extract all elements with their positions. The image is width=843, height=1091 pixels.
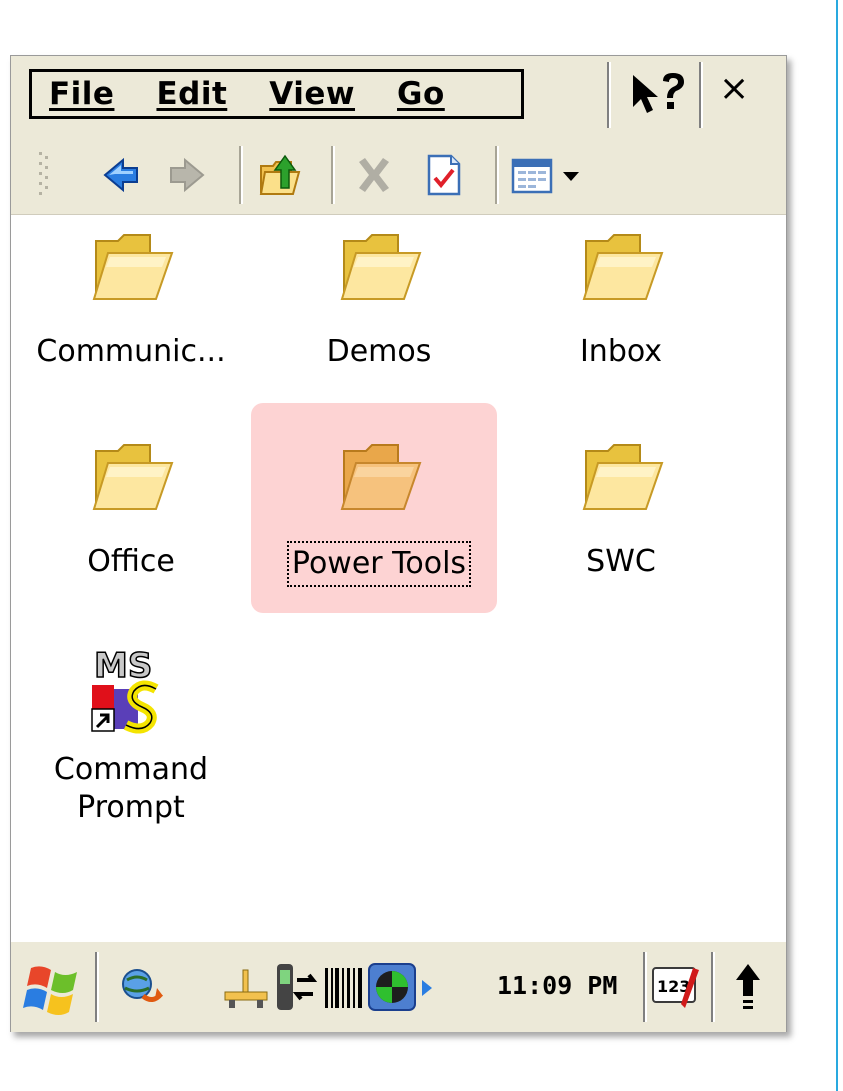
file-item-selected[interactable]: Power Tools [259,437,499,587]
toolbar-separator [495,146,499,204]
toolbar-separator [331,146,335,204]
activesync-device-icon[interactable] [273,960,319,1016]
file-item[interactable]: SWC [501,437,741,583]
folder-icon [340,234,422,300]
folder-icon [92,234,174,300]
clock[interactable]: 11:09 PM [497,971,617,1000]
taskbar-separator [95,952,99,1022]
file-label-line2: Prompt [77,790,185,825]
battery-status-icon[interactable] [367,962,417,1014]
properties-icon[interactable] [421,152,467,198]
file-label: Power Tools [286,541,472,587]
sync-globe-icon[interactable] [117,964,165,1012]
folder-icon [92,444,174,510]
view-dropdown-icon[interactable] [559,152,585,198]
toolbar-grip-icon[interactable] [37,150,51,200]
up-arrow-icon[interactable] [733,960,763,1016]
folder-icon [582,234,664,300]
menu-group: File Edit View Go [29,69,524,119]
barcode-scanner-icon[interactable] [323,964,367,1014]
folder-icon [582,444,664,510]
file-label: Inbox [579,334,663,369]
toolbar-separator [239,146,243,204]
msdos-shortcut-icon: MS [86,645,176,735]
device-window: File Edit View Go × Communic... Demos In… [10,55,787,1032]
file-label: Demos [326,334,432,369]
network-icon[interactable] [223,968,269,1010]
file-item[interactable]: Communic... [11,227,251,373]
file-label: SWC [586,544,656,579]
menu-edit[interactable]: Edit [145,76,238,112]
delete-icon [359,158,389,192]
menu-separator [699,62,703,128]
close-button[interactable]: × [719,68,749,109]
forward-arrow-icon [170,157,205,193]
file-label: Communic... [36,334,226,369]
file-item[interactable]: MS Command Prompt [11,645,251,829]
toolbar [11,136,786,215]
taskbar-separator [711,952,715,1022]
menu-view[interactable]: View [258,76,366,112]
file-item[interactable]: Inbox [501,227,741,373]
file-list-area: Communic... Demos Inbox Office Power Too… [11,215,786,941]
taskbar: 11:09 PM 123 [11,941,786,1032]
file-item[interactable]: Office [11,437,251,583]
tray-expand-arrow-icon[interactable] [419,978,435,998]
svg-text:MS: MS [94,646,152,686]
help-pointer-icon[interactable] [629,71,689,117]
file-label: Command Prompt [51,749,211,829]
menu-go[interactable]: Go [386,76,456,112]
start-windows-logo-icon[interactable] [23,960,83,1016]
back-arrow-icon[interactable] [99,152,145,198]
view-list-icon[interactable] [509,152,555,198]
menu-bar: File Edit View Go × [11,56,786,136]
file-label-line1: Command [53,752,209,787]
taskbar-separator [643,952,647,1022]
page-edge-line [836,0,838,1091]
menu-file[interactable]: File [38,76,125,112]
file-item[interactable]: Demos [259,227,499,373]
file-label: Office [87,544,175,579]
up-folder-icon[interactable] [257,152,303,198]
menu-separator [607,62,611,128]
folder-icon [340,444,422,510]
input-panel-keyboard-icon[interactable]: 123 [649,962,701,1014]
